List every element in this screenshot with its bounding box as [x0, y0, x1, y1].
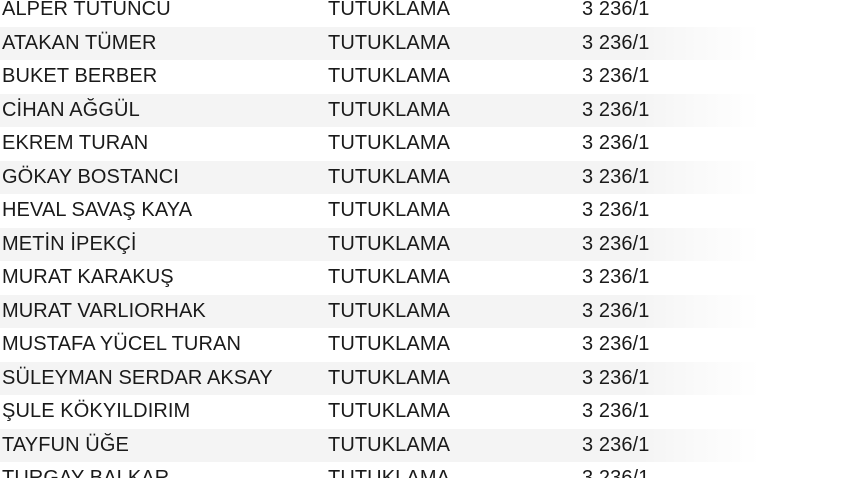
status-cell: TUTUKLAMA: [328, 333, 451, 356]
code-cell: 3 236/1: [582, 199, 650, 222]
name-cell: MURAT VARLIORHAK: [2, 299, 206, 322]
code-cell: 3 236/1: [582, 132, 650, 155]
status-cell: TUTUKLAMA: [328, 0, 451, 21]
status-cell: TUTUKLAMA: [328, 65, 451, 88]
name-cell: HEVAL SAVAŞ KAYA: [2, 199, 193, 222]
status-cell: TUTUKLAMA: [328, 299, 451, 322]
table-row: GÖKAY BOSTANCI TUTUKLAMA 3 236/1: [0, 160, 850, 194]
table-row: MURAT VARLIORHAK TUTUKLAMA 3 236/1: [0, 294, 850, 328]
status-cell: TUTUKLAMA: [328, 132, 451, 155]
name-cell: METİN İPEKÇİ: [2, 232, 137, 255]
table-row: CİHAN AĞGÜL TUTUKLAMA 3 236/1: [0, 93, 850, 127]
status-cell: TUTUKLAMA: [328, 433, 451, 456]
name-cell: TURGAY BALKAR: [2, 467, 169, 478]
code-cell: 3 236/1: [582, 400, 650, 423]
status-cell: TUTUKLAMA: [328, 467, 450, 478]
table-row: EKREM TURAN TUTUKLAMA 3 236/1: [0, 127, 850, 161]
status-cell: TUTUKLAMA: [328, 165, 451, 188]
status-cell: TUTUKLAMA: [328, 98, 451, 121]
table-row: TURGAY BALKAR TUTUKLAMA 3 236/1: [0, 462, 850, 478]
name-cell: ATAKAN TÜMER: [2, 31, 157, 54]
code-cell: 3 236/1: [582, 98, 650, 121]
code-cell: 3 236/1: [582, 165, 650, 188]
detention-list-table: ALPER TÜTÜNCÜ TUTUKLAMA 3 236/1 ATAKAN T…: [0, 0, 850, 478]
code-cell: 3 236/1: [582, 433, 650, 456]
name-cell: GÖKAY BOSTANCI: [2, 165, 179, 188]
table-row: HEVAL SAVAŞ KAYA TUTUKLAMA 3 236/1: [0, 194, 850, 228]
code-cell: 3 236/1: [582, 266, 650, 289]
code-cell: 3 236/1: [582, 232, 650, 255]
name-cell: MURAT KARAKUŞ: [2, 266, 174, 289]
status-cell: TUTUKLAMA: [328, 31, 451, 54]
code-cell: 3 236/1: [582, 366, 650, 389]
code-cell: 3 236/1: [582, 467, 649, 478]
code-cell: 3 236/1: [582, 31, 650, 54]
code-cell: 3 236/1: [582, 0, 650, 21]
name-cell: CİHAN AĞGÜL: [2, 98, 140, 121]
table-row: MURAT KARAKUŞ TUTUKLAMA 3 236/1: [0, 261, 850, 295]
table-row: MUSTAFA YÜCEL TURAN TUTUKLAMA 3 236/1: [0, 328, 850, 362]
status-cell: TUTUKLAMA: [328, 232, 451, 255]
table-body: ALPER TÜTÜNCÜ TUTUKLAMA 3 236/1 ATAKAN T…: [0, 0, 850, 478]
table-row: ATAKAN TÜMER TUTUKLAMA 3 236/1: [0, 26, 850, 60]
name-cell: SÜLEYMAN SERDAR AKSAY: [2, 366, 273, 389]
code-cell: 3 236/1: [582, 333, 650, 356]
name-cell: TAYFUN ÜĞE: [2, 433, 129, 456]
name-cell: ŞULE KÖKYILDIRIM: [2, 400, 191, 423]
code-cell: 3 236/1: [582, 65, 650, 88]
table-row: SÜLEYMAN SERDAR AKSAY TUTUKLAMA 3 236/1: [0, 361, 850, 395]
name-cell: MUSTAFA YÜCEL TURAN: [2, 333, 241, 356]
name-cell: EKREM TURAN: [2, 132, 149, 155]
table-row: BUKET BERBER TUTUKLAMA 3 236/1: [0, 60, 850, 94]
table-row: ALPER TÜTÜNCÜ TUTUKLAMA 3 236/1: [0, 0, 850, 27]
table-row: ŞULE KÖKYILDIRIM TUTUKLAMA 3 236/1: [0, 395, 850, 429]
code-cell: 3 236/1: [582, 299, 650, 322]
status-cell: TUTUKLAMA: [328, 366, 451, 389]
name-cell: BUKET BERBER: [2, 65, 158, 88]
status-cell: TUTUKLAMA: [328, 400, 451, 423]
status-cell: TUTUKLAMA: [328, 199, 451, 222]
status-cell: TUTUKLAMA: [328, 266, 451, 289]
table-row: TAYFUN ÜĞE TUTUKLAMA 3 236/1: [0, 428, 850, 462]
table-row: METİN İPEKÇİ TUTUKLAMA 3 236/1: [0, 227, 850, 261]
name-cell: ALPER TÜTÜNCÜ: [2, 0, 171, 21]
